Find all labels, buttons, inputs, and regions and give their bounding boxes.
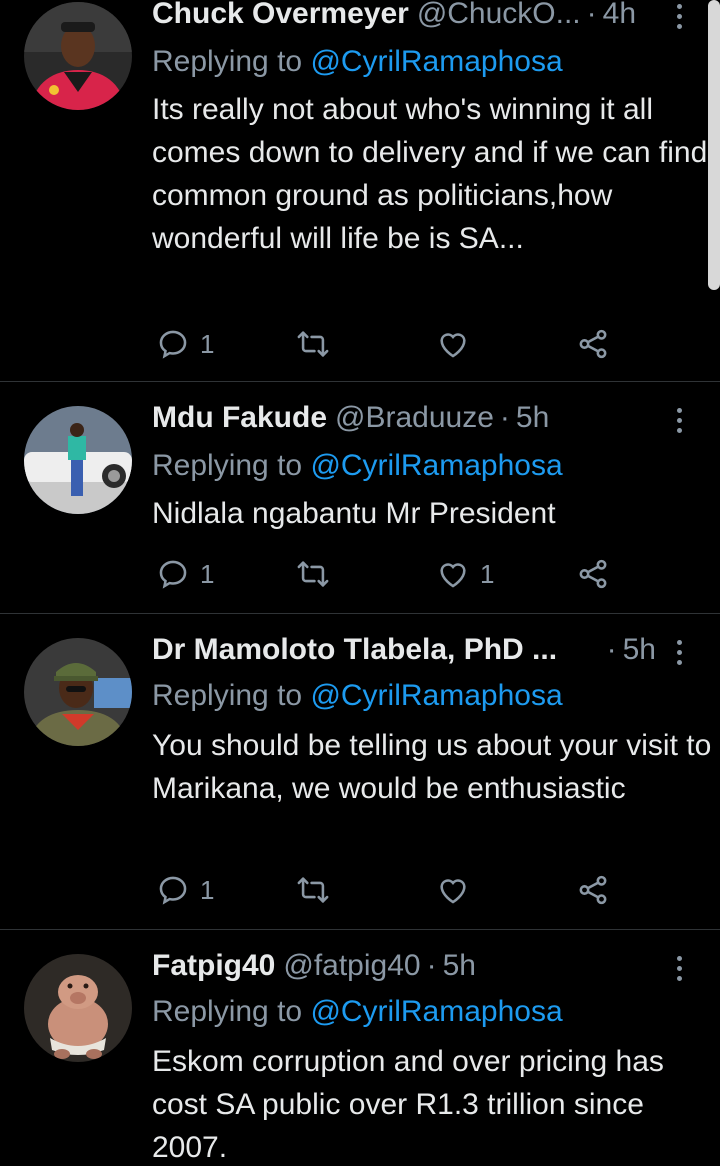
user-handle[interactable]: @Braduuze bbox=[335, 400, 494, 436]
replying-to-line: Replying to @CyrilRamaphosa bbox=[152, 992, 696, 1032]
replying-to-label: Replying to bbox=[152, 679, 303, 712]
reply-button[interactable]: 1 bbox=[156, 552, 214, 596]
separator-dot: · bbox=[499, 401, 510, 434]
retweet-button[interactable] bbox=[296, 552, 330, 596]
replying-to-label: Replying to bbox=[152, 45, 303, 78]
reply-count: 1 bbox=[200, 558, 215, 589]
more-options-icon[interactable] bbox=[672, 400, 686, 440]
tweet-text: You should be telling us about your visi… bbox=[152, 729, 712, 805]
speech-bubble-icon bbox=[159, 560, 187, 589]
retweet-button[interactable] bbox=[296, 868, 330, 912]
display-name[interactable]: Mdu Fakude bbox=[152, 400, 327, 436]
display-name[interactable]: Chuck Overmeyer bbox=[152, 0, 409, 32]
timestamp[interactable]: 4h bbox=[603, 0, 636, 32]
timestamp[interactable]: 5h bbox=[623, 632, 656, 668]
replying-to-line: Replying to @CyrilRamaphosa bbox=[152, 42, 696, 82]
share-nodes-icon bbox=[579, 559, 607, 589]
user-handle[interactable]: @fatpig40 bbox=[283, 948, 420, 984]
heart-icon bbox=[440, 563, 466, 588]
retweet-arrows-icon bbox=[297, 331, 329, 357]
share-button[interactable] bbox=[576, 552, 610, 596]
tweet-text: Eskom corruption and over pricing has co… bbox=[152, 1045, 664, 1164]
tweet-text: Nidlala ngabantu Mr President bbox=[152, 497, 556, 530]
retweet-button[interactable] bbox=[296, 322, 330, 366]
action-bar: 1 bbox=[152, 868, 672, 912]
like-button[interactable] bbox=[436, 868, 470, 912]
retweet-arrows-icon bbox=[297, 561, 329, 587]
heart-icon bbox=[440, 333, 466, 358]
avatar[interactable] bbox=[24, 638, 132, 746]
mention-link[interactable]: @CyrilRamaphosa bbox=[310, 449, 562, 482]
share-nodes-icon bbox=[579, 875, 607, 905]
tweet-header: Dr Mamoloto Tlabela, PhD ... · 5h bbox=[152, 632, 656, 672]
tweet[interactable]: Chuck Overmeyer @ChuckO... · 4h Replying… bbox=[0, 0, 720, 382]
reply-count: 1 bbox=[200, 874, 215, 905]
like-button[interactable]: 1 bbox=[436, 552, 494, 596]
share-button[interactable] bbox=[576, 322, 610, 366]
mention-link[interactable]: @CyrilRamaphosa bbox=[310, 679, 562, 712]
reply-count: 1 bbox=[200, 328, 215, 359]
tweet-header: Chuck Overmeyer @ChuckO... · 4h bbox=[152, 0, 656, 36]
share-nodes-icon bbox=[579, 329, 607, 359]
tweet[interactable]: Mdu Fakude @Braduuze · 5h Replying to @C… bbox=[0, 382, 720, 614]
replying-to-line: Replying to @CyrilRamaphosa bbox=[152, 676, 696, 716]
reply-feed: Chuck Overmeyer @ChuckO... · 4h Replying… bbox=[0, 0, 720, 1166]
share-button[interactable] bbox=[576, 868, 610, 912]
like-button[interactable] bbox=[436, 322, 470, 366]
avatar[interactable] bbox=[24, 954, 132, 1062]
display-name[interactable]: Dr Mamoloto Tlabela, PhD ... bbox=[152, 632, 557, 668]
retweet-arrows-icon bbox=[297, 877, 329, 903]
tweet[interactable]: Fatpig40 @fatpig40 · 5h Replying to @Cyr… bbox=[0, 930, 720, 1166]
reply-button[interactable]: 1 bbox=[156, 322, 214, 366]
tweet-text: Its really not about who's winning it al… bbox=[152, 93, 708, 255]
speech-bubble-icon bbox=[159, 330, 187, 359]
tweet[interactable]: Dr Mamoloto Tlabela, PhD ... · 5h Replyi… bbox=[0, 614, 720, 930]
more-options-icon[interactable] bbox=[672, 0, 686, 36]
display-name[interactable]: Fatpig40 bbox=[152, 948, 275, 984]
like-count: 1 bbox=[480, 558, 495, 589]
speech-bubble-icon bbox=[159, 876, 187, 905]
more-options-icon[interactable] bbox=[672, 632, 686, 672]
separator-dot: · bbox=[606, 633, 617, 666]
replying-to-line: Replying to @CyrilRamaphosa bbox=[152, 446, 696, 486]
user-handle[interactable]: @ChuckO... bbox=[417, 0, 581, 32]
mention-link[interactable]: @CyrilRamaphosa bbox=[310, 45, 562, 78]
tweet-header: Mdu Fakude @Braduuze · 5h bbox=[152, 400, 656, 440]
avatar[interactable] bbox=[24, 2, 132, 110]
more-options-icon[interactable] bbox=[672, 948, 686, 988]
separator-dot: · bbox=[426, 949, 437, 982]
timestamp[interactable]: 5h bbox=[516, 400, 549, 436]
action-bar: 1 1 bbox=[152, 552, 672, 596]
tweet-header: Fatpig40 @fatpig40 · 5h bbox=[152, 948, 656, 988]
action-bar: 1 bbox=[152, 322, 672, 366]
timestamp[interactable]: 5h bbox=[443, 948, 476, 984]
scrollbar[interactable] bbox=[708, 0, 720, 290]
separator-dot: · bbox=[586, 0, 597, 30]
reply-button[interactable]: 1 bbox=[156, 868, 214, 912]
replying-to-label: Replying to bbox=[152, 995, 303, 1028]
replying-to-label: Replying to bbox=[152, 449, 303, 482]
mention-link[interactable]: @CyrilRamaphosa bbox=[310, 995, 562, 1028]
heart-icon bbox=[440, 879, 466, 904]
avatar[interactable] bbox=[24, 406, 132, 514]
